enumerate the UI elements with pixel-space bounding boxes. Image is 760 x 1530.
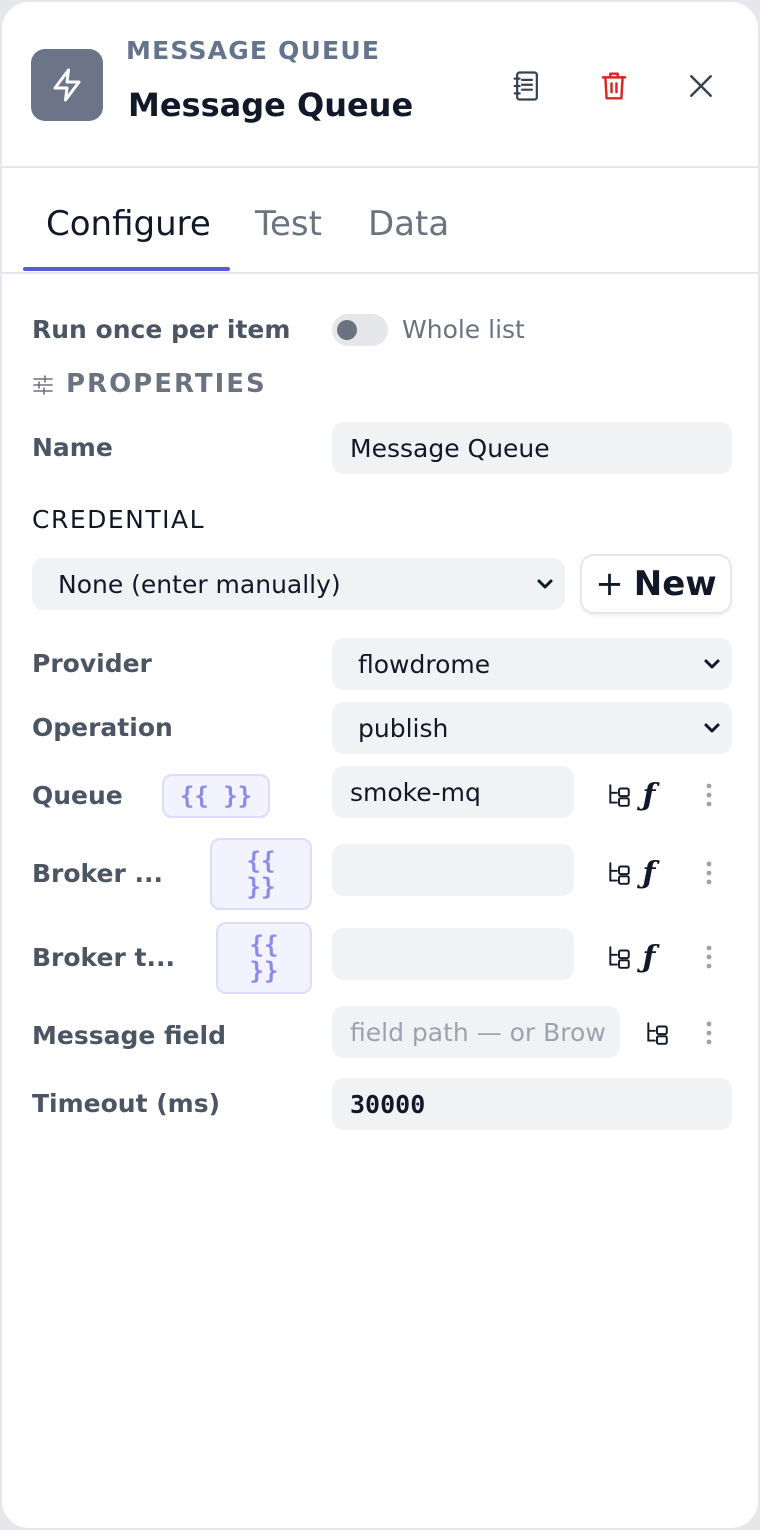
browse-fields-button[interactable]	[640, 1016, 674, 1050]
provider-value: flowdrome	[358, 649, 491, 679]
more-vertical-icon	[706, 1021, 712, 1045]
queue-input[interactable]: smoke-mq	[332, 766, 574, 818]
node-config-panel: MESSAGE QUEUE Message Queue Configure Te…	[1, 1, 759, 1529]
toggle-knob	[337, 320, 357, 340]
tab-test[interactable]: Test	[255, 204, 322, 244]
more-vertical-icon	[706, 783, 712, 807]
timeout-value: 30000	[350, 1089, 426, 1119]
run-mode-label: Run once per item	[32, 315, 291, 344]
delete-button[interactable]	[592, 64, 636, 108]
new-credential-button[interactable]: + New	[580, 554, 732, 614]
message-field-label: Message field	[32, 1021, 226, 1050]
provider-select[interactable]: flowdrome	[332, 638, 732, 690]
expr-close: }}	[246, 873, 276, 901]
queue-value: smoke-mq	[350, 777, 481, 807]
trash-icon	[601, 72, 627, 100]
node-name: Message Queue	[128, 86, 414, 124]
message-field-input[interactable]: field path — or Brow	[332, 1006, 620, 1058]
function-button[interactable]: ƒ	[632, 778, 666, 813]
node-type-icon	[31, 49, 103, 121]
tree-browse-icon	[609, 784, 630, 807]
tab-bar: Configure Test Data	[2, 170, 758, 274]
whole-list-label: Whole list	[402, 315, 525, 344]
expr-open: {{	[249, 931, 279, 959]
queue-expression-toggle[interactable]: {{ }}	[162, 774, 270, 818]
new-credential-label: New	[633, 564, 717, 604]
browse-fields-button[interactable]	[602, 778, 636, 812]
function-button[interactable]: ƒ	[632, 856, 666, 891]
broker-url-label: Broker ...	[32, 859, 163, 888]
broker-url-expression-toggle[interactable]: {{ }}	[210, 838, 312, 910]
sliders-icon	[33, 375, 53, 395]
broker-url-input[interactable]	[332, 844, 574, 896]
more-options-button[interactable]	[692, 856, 726, 890]
notebook-icon	[513, 71, 538, 101]
operation-select[interactable]: publish	[332, 702, 732, 754]
browse-fields-button[interactable]	[602, 856, 636, 890]
broker-token-input[interactable]	[332, 928, 574, 980]
name-value: Message Queue	[350, 433, 550, 463]
operation-value: publish	[358, 713, 449, 743]
operation-label: Operation	[32, 713, 173, 742]
panel-header: MESSAGE QUEUE Message Queue	[2, 2, 758, 168]
timeout-label: Timeout (ms)	[32, 1089, 221, 1118]
function-button[interactable]: ƒ	[632, 940, 666, 975]
credential-value: None (enter manually)	[58, 569, 341, 599]
message-field-placeholder: field path — or Brow	[350, 1017, 606, 1047]
chevron-down-icon	[704, 723, 720, 733]
properties-heading: PROPERTIES	[66, 369, 267, 399]
close-button[interactable]	[679, 64, 723, 108]
tree-browse-icon	[609, 946, 630, 969]
more-options-button[interactable]	[692, 778, 726, 812]
node-type-label: MESSAGE QUEUE	[126, 36, 381, 65]
broker-token-expression-toggle[interactable]: {{ }}	[216, 922, 312, 994]
lightning-icon	[53, 68, 81, 102]
tree-browse-icon	[609, 862, 630, 885]
close-icon	[690, 75, 712, 97]
more-vertical-icon	[706, 861, 712, 885]
expr-open: {{	[246, 847, 276, 875]
chevron-down-icon	[537, 579, 553, 589]
whole-list-toggle[interactable]	[332, 314, 388, 346]
docs-button[interactable]	[505, 64, 549, 108]
tab-configure[interactable]: Configure	[46, 204, 211, 244]
name-input[interactable]: Message Queue	[332, 422, 732, 474]
queue-label: Queue	[32, 781, 123, 810]
browse-fields-button[interactable]	[602, 940, 636, 974]
plus-icon: +	[595, 564, 624, 604]
more-vertical-icon	[706, 945, 712, 969]
chevron-down-icon	[704, 659, 720, 669]
more-options-button[interactable]	[692, 940, 726, 974]
broker-token-label: Broker t...	[32, 943, 175, 972]
tab-data[interactable]: Data	[368, 204, 449, 244]
active-tab-indicator	[23, 267, 230, 271]
provider-label: Provider	[32, 649, 152, 678]
credential-heading: CREDENTIAL	[32, 505, 206, 534]
timeout-input[interactable]: 30000	[332, 1078, 732, 1130]
expr-close: }}	[249, 957, 279, 985]
more-options-button[interactable]	[692, 1016, 726, 1050]
credential-select[interactable]: None (enter manually)	[32, 558, 565, 610]
name-label: Name	[32, 433, 113, 462]
tree-browse-icon	[647, 1022, 668, 1045]
